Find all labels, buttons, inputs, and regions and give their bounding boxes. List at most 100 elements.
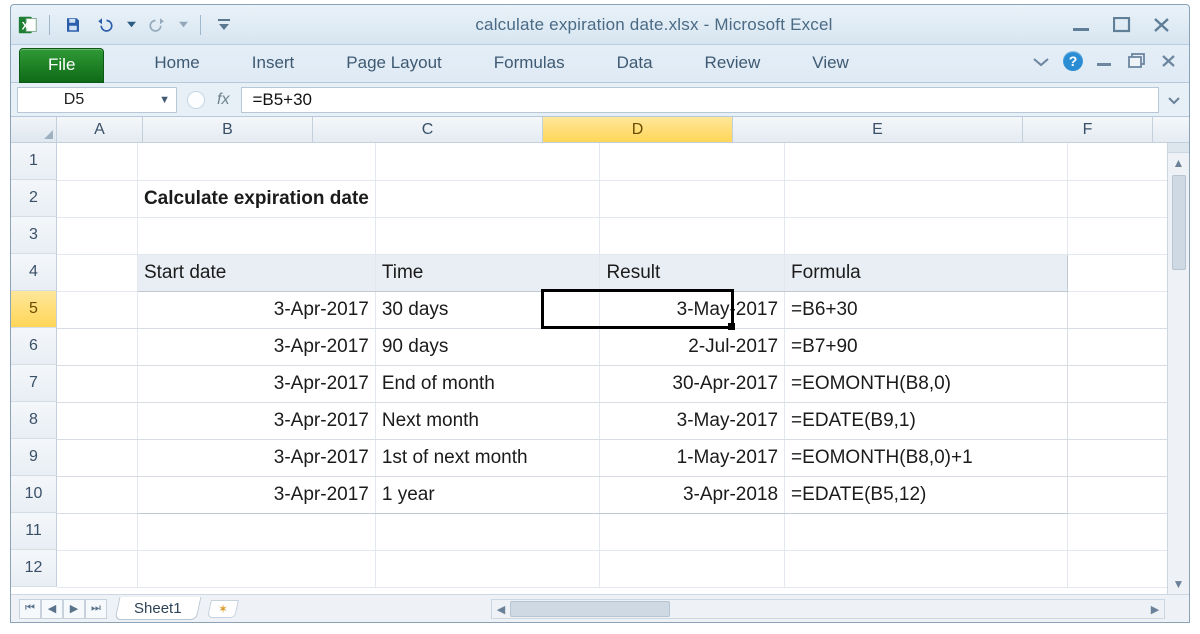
cell-E6[interactable]: =B7+90	[785, 328, 1068, 365]
cell-A9[interactable]	[57, 439, 137, 476]
cell-E3[interactable]	[785, 217, 1068, 254]
cell-D1[interactable]	[600, 143, 785, 180]
sheet-tab[interactable]: Sheet1	[115, 597, 201, 620]
close-button[interactable]	[1151, 16, 1173, 34]
tab-formulas[interactable]: Formulas	[468, 45, 591, 82]
save-button[interactable]	[60, 13, 86, 37]
formula-input-wrap[interactable]	[241, 87, 1159, 113]
column-header-E[interactable]: E	[733, 117, 1023, 142]
row-header-2[interactable]: 2	[11, 180, 57, 217]
vertical-scrollbar[interactable]: ▲ ▼	[1167, 143, 1189, 594]
expand-formula-bar-button[interactable]	[1165, 93, 1183, 107]
cell-C5[interactable]: 30 days	[375, 291, 600, 328]
hscroll-thumb[interactable]	[510, 601, 670, 617]
row-header-9[interactable]: 9	[11, 439, 57, 476]
workbook-minimize-button[interactable]	[1095, 51, 1115, 71]
help-icon[interactable]: ?	[1063, 51, 1083, 71]
row-header-11[interactable]: 11	[11, 513, 57, 550]
tab-home[interactable]: Home	[128, 45, 225, 82]
horizontal-scrollbar[interactable]: ◀ ▶	[491, 599, 1165, 619]
cell-C11[interactable]	[375, 513, 600, 550]
undo-button[interactable]	[92, 13, 118, 37]
minimize-ribbon-button[interactable]	[1031, 51, 1051, 71]
cell-C3[interactable]	[375, 217, 600, 254]
scroll-down-button[interactable]: ▼	[1173, 574, 1185, 594]
select-all-corner[interactable]	[11, 117, 57, 142]
row-header-7[interactable]: 7	[11, 365, 57, 402]
tab-page-layout[interactable]: Page Layout	[320, 45, 467, 82]
cell-E9[interactable]: =EOMONTH(B8,0)+1	[785, 439, 1068, 476]
cell-A11[interactable]	[57, 513, 137, 550]
cell-C9[interactable]: 1st of next month	[375, 439, 600, 476]
cell-C2[interactable]	[375, 180, 600, 217]
cell-E5[interactable]: =B6+30	[785, 291, 1068, 328]
column-header-B[interactable]: B	[143, 117, 313, 142]
name-box-dropdown-icon[interactable]: ▼	[159, 94, 170, 106]
row-header-4[interactable]: 4	[11, 254, 57, 291]
cell-B7[interactable]: 3-Apr-2017	[137, 365, 375, 402]
cell-A2[interactable]	[57, 180, 137, 217]
split-box[interactable]	[1168, 143, 1189, 153]
cell-D4[interactable]: Result	[600, 254, 785, 291]
cell-D7[interactable]: 30-Apr-2017	[600, 365, 785, 402]
cell-B9[interactable]: 3-Apr-2017	[137, 439, 375, 476]
cell-D9[interactable]: 1-May-2017	[600, 439, 785, 476]
name-box[interactable]: ▼	[17, 87, 177, 113]
cell-B1[interactable]	[137, 143, 375, 180]
cell-C10[interactable]: 1 year	[375, 476, 600, 513]
cell-E1[interactable]	[785, 143, 1068, 180]
cell-C4[interactable]: Time	[375, 254, 600, 291]
redo-dropdown[interactable]	[176, 13, 190, 37]
cell-D3[interactable]	[600, 217, 785, 254]
workbook-restore-button[interactable]	[1127, 51, 1147, 71]
sheet-nav-next[interactable]: ▶	[63, 599, 85, 619]
cell-D11[interactable]	[600, 513, 785, 550]
sheet-nav-last[interactable]: ⏭	[85, 599, 107, 619]
cell-A8[interactable]	[57, 402, 137, 439]
insert-function-button[interactable]: fx	[211, 91, 235, 109]
cell-B8[interactable]: 3-Apr-2017	[137, 402, 375, 439]
cell-C1[interactable]	[375, 143, 600, 180]
cell-D2[interactable]	[600, 180, 785, 217]
cell-E8[interactable]: =EDATE(B9,1)	[785, 402, 1068, 439]
cell-B11[interactable]	[137, 513, 375, 550]
cell-B2[interactable]: Calculate expiration date	[137, 180, 375, 217]
column-header-A[interactable]: A	[57, 117, 143, 142]
tab-insert[interactable]: Insert	[226, 45, 321, 82]
cell-B6[interactable]: 3-Apr-2017	[137, 328, 375, 365]
cell-D6[interactable]: 2-Jul-2017	[600, 328, 785, 365]
cell-A1[interactable]	[57, 143, 137, 180]
column-header-F[interactable]: F	[1023, 117, 1153, 142]
workbook-close-button[interactable]	[1159, 51, 1179, 71]
cell-C6[interactable]: 90 days	[375, 328, 600, 365]
cell-E11[interactable]	[785, 513, 1068, 550]
new-sheet-button[interactable]: ✶	[207, 600, 239, 618]
row-header-5[interactable]: 5	[11, 291, 57, 328]
row-header-1[interactable]: 1	[11, 143, 57, 180]
sheet-nav-prev[interactable]: ◀	[41, 599, 63, 619]
cell-A6[interactable]	[57, 328, 137, 365]
cell-B3[interactable]	[137, 217, 375, 254]
cell-area[interactable]: Calculate expiration date Start dateTimeR…	[57, 143, 1189, 594]
scroll-up-button[interactable]: ▲	[1173, 153, 1185, 173]
cell-E2[interactable]	[785, 180, 1068, 217]
cell-B4[interactable]: Start date	[137, 254, 375, 291]
cell-B5[interactable]: 3-Apr-2017	[137, 291, 375, 328]
row-header-8[interactable]: 8	[11, 402, 57, 439]
cell-B12[interactable]	[137, 550, 375, 587]
cell-A5[interactable]	[57, 291, 137, 328]
row-header-12[interactable]: 12	[11, 550, 57, 587]
cell-D12[interactable]	[600, 550, 785, 587]
cell-D5[interactable]: 3-May-2017	[600, 291, 785, 328]
row-header-3[interactable]: 3	[11, 217, 57, 254]
excel-app-icon[interactable]: X	[17, 14, 39, 36]
row-header-6[interactable]: 6	[11, 328, 57, 365]
cell-C8[interactable]: Next month	[375, 402, 600, 439]
tab-data[interactable]: Data	[591, 45, 679, 82]
cell-C7[interactable]: End of month	[375, 365, 600, 402]
file-tab[interactable]: File	[19, 48, 104, 83]
cell-A7[interactable]	[57, 365, 137, 402]
scroll-left-button[interactable]: ◀	[492, 603, 510, 616]
cell-A10[interactable]	[57, 476, 137, 513]
cell-A3[interactable]	[57, 217, 137, 254]
